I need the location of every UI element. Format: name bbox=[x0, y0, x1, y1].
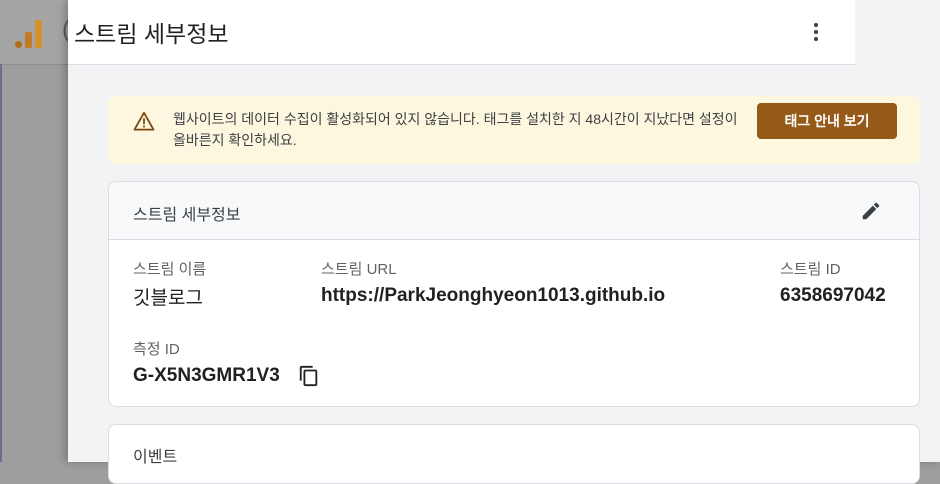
warning-message: 웹사이트의 데이터 수집이 활성화되어 있지 않습니다. 태그를 설치한 지 4… bbox=[173, 111, 738, 148]
panel-title: 스트림 세부정보 bbox=[74, 21, 229, 47]
stream-name-label: 스트림 이름 bbox=[133, 261, 207, 278]
card-title: 스트림 세부정보 bbox=[133, 207, 241, 224]
measurement-id-label: 측정 ID bbox=[133, 341, 180, 358]
view-tag-instructions-button[interactable]: 태그 안내 보기 bbox=[757, 103, 897, 139]
pencil-icon[interactable] bbox=[860, 200, 882, 222]
data-collection-warning-banner: 웹사이트의 데이터 수집이 활성화되어 있지 않습니다. 태그를 설치한 지 4… bbox=[108, 96, 920, 164]
warning-icon bbox=[133, 111, 155, 131]
panel-header: 스트림 세부정보 bbox=[68, 0, 855, 65]
stream-id-value: 6358697042 bbox=[780, 285, 886, 306]
copy-icon[interactable] bbox=[298, 365, 320, 387]
card-header: 스트림 세부정보 bbox=[109, 182, 919, 240]
analytics-logo-icon bbox=[14, 18, 44, 48]
stream-url-label: 스트림 URL bbox=[321, 261, 397, 278]
events-title: 이벤트 bbox=[133, 449, 178, 466]
stream-details-panel: 스트림 세부정보 웹사이트의 데이터 수집이 활성화되어 있지 않습니다. 태그… bbox=[68, 0, 940, 484]
stream-url-value: https://ParkJeonghyeon1013.github.io bbox=[321, 285, 666, 306]
more-vert-icon[interactable] bbox=[802, 18, 830, 46]
stream-id-label: 스트림 ID bbox=[780, 261, 841, 278]
background-sidebar-edge bbox=[0, 64, 2, 462]
measurement-id-value: G-X5N3GMR1V3 bbox=[133, 365, 280, 386]
stream-name-value: 깃블로그 bbox=[133, 288, 203, 309]
events-card: 이벤트 bbox=[108, 424, 920, 484]
stream-details-card: 스트림 세부정보 스트림 이름 깃블로그 스트림 URL https://Par… bbox=[108, 181, 920, 407]
